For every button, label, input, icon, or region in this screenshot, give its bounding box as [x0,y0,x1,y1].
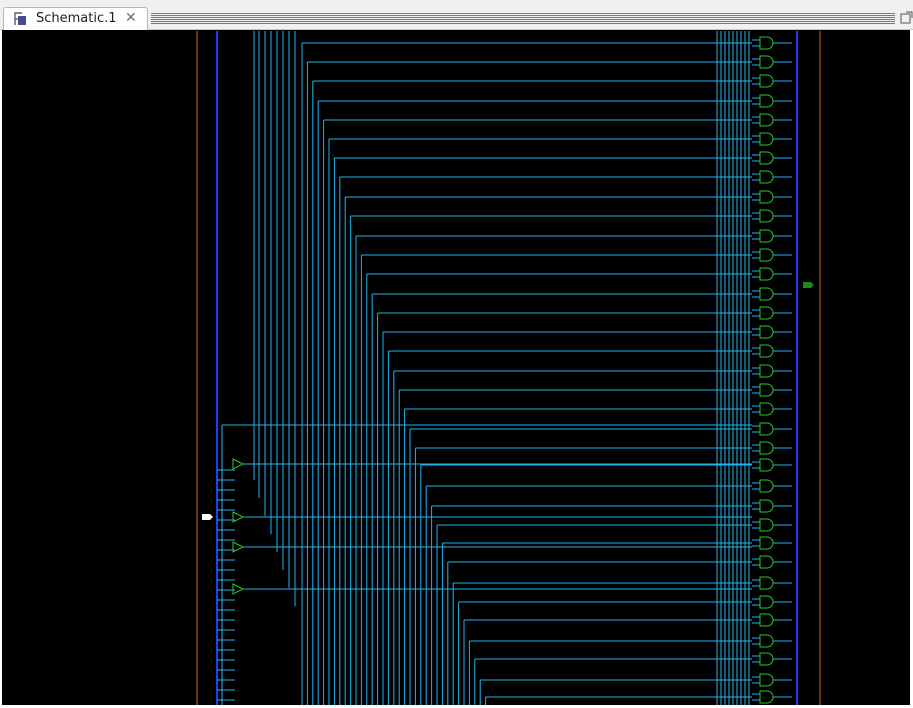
and-gate [759,383,774,397]
schematic-document-icon [14,12,26,25]
input-port [202,514,213,520]
and-gate [759,441,774,455]
and-gate [759,151,774,165]
buffer-gate [232,458,245,470]
and-gate [759,267,774,281]
and-gate [759,325,774,339]
and-gate [759,94,774,108]
buffer-gate [232,583,245,595]
and-gate [759,248,774,262]
output-port [803,282,814,288]
and-gate [759,595,774,609]
and-gate [759,458,774,472]
and-gate [759,652,774,666]
editor-tab-bar: Schematic.1 ✕ [0,0,913,30]
and-gate [759,536,774,550]
and-gate [759,499,774,513]
and-gate [759,518,774,532]
and-gate [759,422,774,436]
and-gate [759,344,774,358]
and-gate [759,55,774,69]
tab-schematic[interactable]: Schematic.1 ✕ [3,7,148,30]
maximize-view-icon[interactable] [900,11,913,24]
tab-title: Schematic.1 [36,11,117,26]
and-gate [759,113,774,127]
and-gate [759,613,774,627]
and-gate [759,690,774,704]
and-gate [759,229,774,243]
and-gate [759,36,774,50]
and-gate [759,306,774,320]
close-tab-icon[interactable]: ✕ [125,10,137,26]
and-gate [759,74,774,88]
and-gate [759,209,774,223]
and-gate [759,170,774,184]
and-gate [759,364,774,378]
tab-bar-drag-grip[interactable] [151,13,895,24]
and-gate [759,190,774,204]
and-gate [759,479,774,493]
and-gate [759,287,774,301]
schematic-canvas[interactable] [2,30,910,705]
and-gate [759,673,774,687]
schematic-drawing[interactable] [2,30,910,705]
and-gate [759,132,774,146]
and-gate [759,634,774,648]
and-gate [759,576,774,590]
and-gate [759,555,774,569]
and-gate [759,402,774,416]
